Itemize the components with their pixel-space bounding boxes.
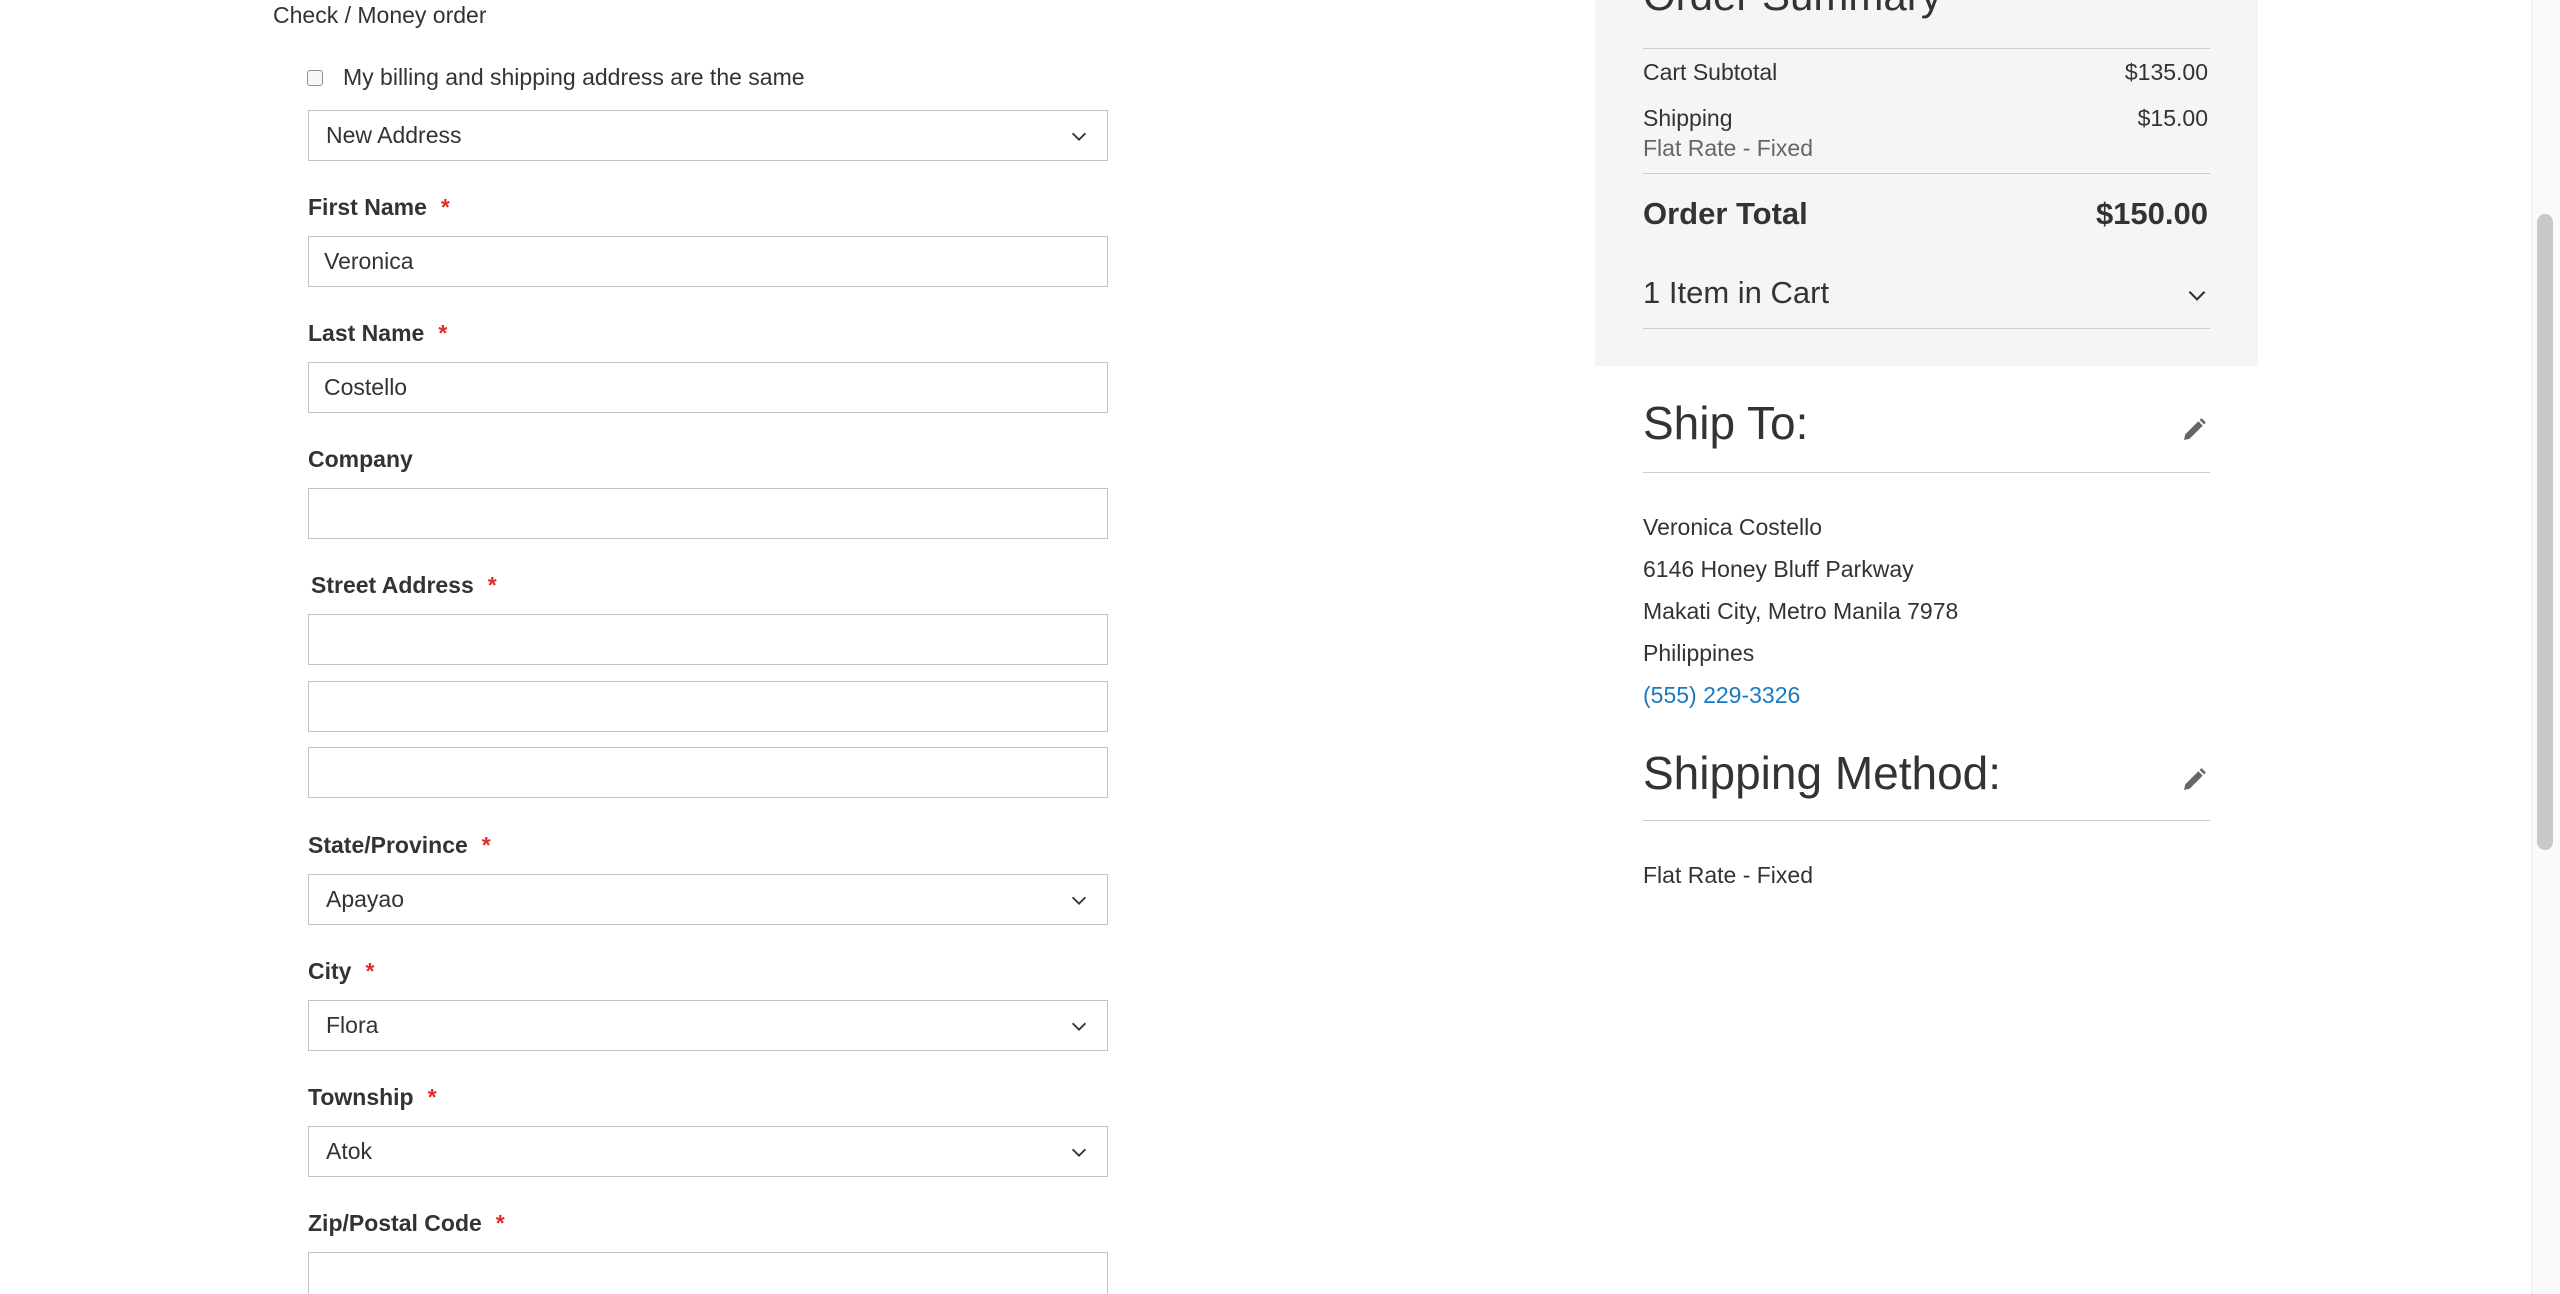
last-name-value: Costello xyxy=(324,374,408,400)
order-total-value: $150.00 xyxy=(2095,196,2208,231)
street-address-line-1-input[interactable] xyxy=(308,614,1108,665)
pencil-icon[interactable] xyxy=(2179,765,2209,795)
required-marker: * xyxy=(495,1210,505,1236)
required-marker: * xyxy=(438,320,448,346)
ship-to-phone-link[interactable]: (555) 229-3326 xyxy=(1643,682,1800,709)
city-label-text: City xyxy=(308,958,352,984)
state-select[interactable]: Apayao xyxy=(308,874,1108,925)
city-select-value: Flora xyxy=(326,1012,379,1038)
divider xyxy=(1643,820,2210,821)
cart-subtotal-value: $135.00 xyxy=(2124,59,2208,85)
pencil-icon[interactable] xyxy=(2179,415,2209,445)
chevron-down-icon[interactable] xyxy=(2184,282,2210,308)
state-label-text: State/Province xyxy=(308,832,468,858)
scrollbar-thumb[interactable] xyxy=(2537,214,2553,850)
chevron-down-icon xyxy=(1071,132,1087,141)
township-select[interactable]: Atok xyxy=(308,1126,1108,1177)
divider xyxy=(1643,48,2210,49)
same-address-checkbox[interactable] xyxy=(307,69,323,86)
company-label: Company xyxy=(308,446,413,472)
street-address-label: Street Address * xyxy=(311,572,497,599)
street-address-label-text: Street Address xyxy=(311,572,474,598)
shipping-method-name: Flat Rate - Fixed xyxy=(1643,135,1813,161)
order-total-label: Order Total xyxy=(1643,196,1808,231)
zip-input[interactable] xyxy=(308,1252,1108,1294)
shipping-label: Shipping xyxy=(1643,105,1733,131)
township-label: Township * xyxy=(308,1084,437,1111)
items-in-cart-toggle[interactable]: 1 Item in Cart xyxy=(1643,275,1829,311)
chevron-down-icon xyxy=(1071,1022,1087,1031)
divider xyxy=(1643,472,2210,473)
required-marker: * xyxy=(440,194,450,220)
last-name-label: Last Name * xyxy=(308,320,447,347)
last-name-input[interactable]: Costello xyxy=(308,362,1108,413)
first-name-value: Veronica xyxy=(324,248,414,274)
first-name-label: First Name * xyxy=(308,194,450,221)
first-name-input[interactable]: Veronica xyxy=(308,236,1108,287)
state-select-value: Apayao xyxy=(326,886,405,912)
order-summary-title: Order Summary xyxy=(1643,0,1942,20)
same-address-row[interactable]: My billing and shipping address are the … xyxy=(307,64,805,91)
street-address-line-2-input[interactable] xyxy=(308,681,1108,732)
ship-to-city-line: Makati City, Metro Manila 7978 xyxy=(1643,598,1959,624)
order-summary-panel xyxy=(1595,0,2258,366)
required-marker: * xyxy=(487,572,497,598)
chevron-down-icon xyxy=(1071,896,1087,905)
state-label: State/Province * xyxy=(308,832,491,859)
same-address-label[interactable]: My billing and shipping address are the … xyxy=(343,64,805,91)
divider xyxy=(1643,328,2210,329)
cart-subtotal-label: Cart Subtotal xyxy=(1643,59,1778,85)
billing-address-select[interactable]: New Address xyxy=(308,110,1108,161)
city-select[interactable]: Flora xyxy=(308,1000,1108,1051)
chevron-down-icon xyxy=(1071,1148,1087,1157)
ship-to-country: Philippines xyxy=(1643,640,1755,666)
first-name-label-text: First Name xyxy=(308,194,427,220)
township-select-value: Atok xyxy=(326,1138,373,1164)
shipping-method-title: Shipping Method: xyxy=(1643,747,2002,799)
last-name-label-text: Last Name xyxy=(308,320,425,346)
billing-address-select-value: New Address xyxy=(326,122,462,148)
payment-method-title: Check / Money order xyxy=(273,2,487,28)
shipping-method-value: Flat Rate - Fixed xyxy=(1643,862,1813,888)
street-address-line-3-input[interactable] xyxy=(308,747,1108,798)
shipping-value: $15.00 xyxy=(2137,105,2208,131)
township-label-text: Township xyxy=(308,1084,414,1110)
zip-label-text: Zip/Postal Code xyxy=(308,1210,482,1236)
zip-label: Zip/Postal Code * xyxy=(308,1210,505,1237)
required-marker: * xyxy=(481,832,491,858)
company-input[interactable] xyxy=(308,488,1108,539)
city-label: City * xyxy=(308,958,374,985)
required-marker: * xyxy=(427,1084,437,1110)
divider xyxy=(1643,173,2210,174)
ship-to-title: Ship To: xyxy=(1643,397,1809,449)
ship-to-street: 6146 Honey Bluff Parkway xyxy=(1643,556,1914,582)
ship-to-name: Veronica Costello xyxy=(1643,514,1822,540)
required-marker: * xyxy=(365,958,375,984)
